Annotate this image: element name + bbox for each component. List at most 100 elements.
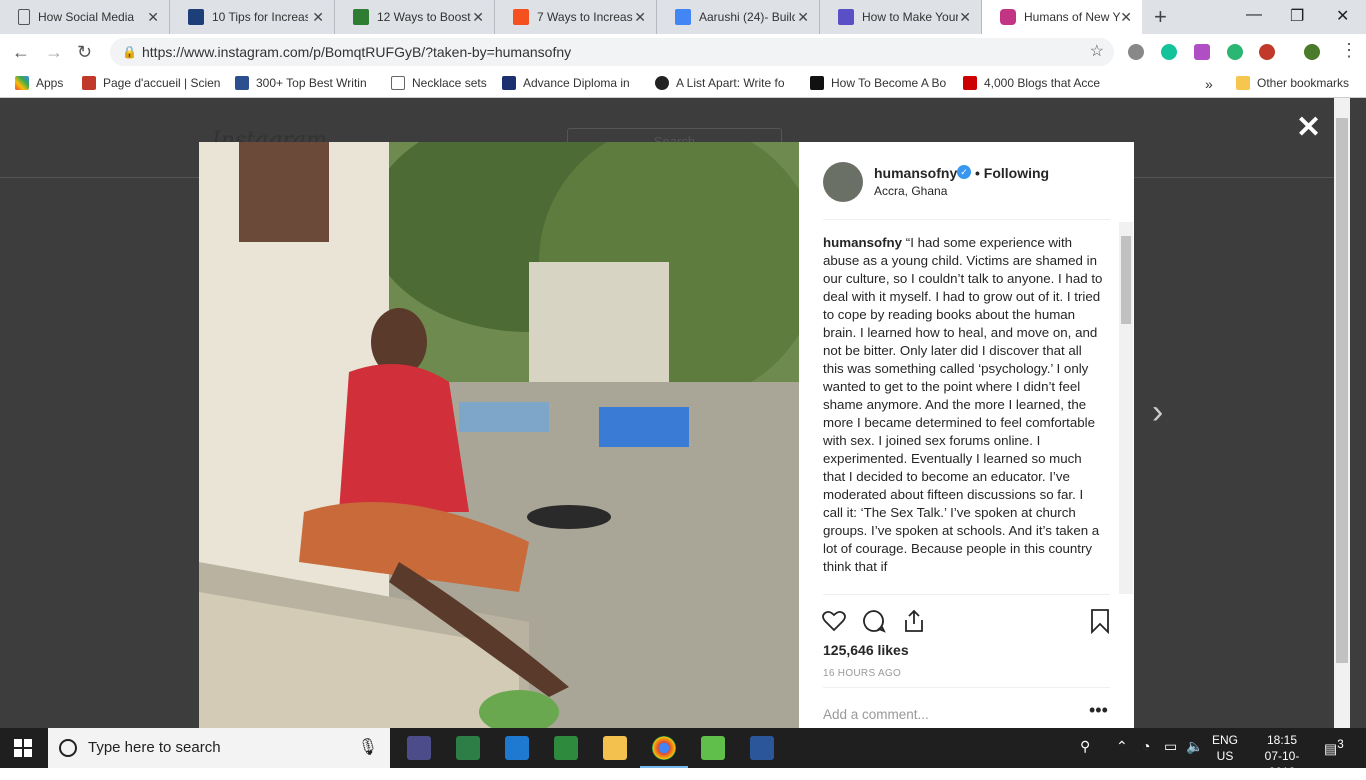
close-modal-button[interactable]: ✕ [1296,110,1321,145]
new-tab-button[interactable]: + [1154,4,1167,30]
people-icon[interactable]: ⚲ [1080,738,1090,755]
battery-icon[interactable]: ▭ [1164,738,1177,755]
volume-icon[interactable]: 🔈 [1186,738,1203,755]
page-content: Instagram Search ✕ › hum [0,98,1366,728]
bookmarks-bar: Apps Page d'accueil | Scien 300+ Top Bes… [0,70,1366,98]
windows-taskbar: Type here to search 🎙 ⚲ ⌃ ◔ ▭ 🔈 ENG US 1… [0,728,1366,779]
address-bar[interactable]: 🔒 https://www.instagram.com/p/BomqtRUFGy… [110,38,1114,66]
bookmark-item[interactable]: How To Become A Bo [810,76,946,90]
minimize-button[interactable]: — [1246,6,1262,24]
post-username[interactable]: humansofny [874,165,957,181]
divider [823,594,1110,595]
grammarly-icon[interactable] [1161,44,1177,60]
search-placeholder: Type here to search [88,739,221,756]
comment-input[interactable]: Add a comment... [823,707,929,722]
bookmark-label: 4,000 Blogs that Acce [984,76,1101,90]
show-hidden-icons-icon[interactable]: ⌃ [1116,738,1128,755]
document-icon [391,76,405,90]
browser-tab-active[interactable]: Humans of New Yo ✕ [982,0,1142,34]
bookmarks-overflow-icon[interactable]: » [1205,76,1213,92]
extension-icon[interactable] [1194,44,1210,60]
bookmark-label: Page d'accueil | Scien [103,76,221,90]
notification-center-icon[interactable]: ▤3 [1324,738,1344,758]
chrome-icon[interactable] [652,736,676,760]
extension-icon[interactable] [1259,44,1275,60]
bookmark-item[interactable]: Necklace sets [391,76,487,90]
extension-icon[interactable] [1128,44,1144,60]
heart-icon[interactable] [821,608,847,634]
close-window-button[interactable]: ✕ [1336,6,1349,26]
post-sidebar: humansofny ✓ • Following Accra, Ghana hu… [799,142,1134,728]
site-favicon-icon [353,9,369,25]
url-text: https://www.instagram.com/p/BomqtRUFGyB/… [142,44,572,60]
share-icon[interactable] [901,608,927,634]
edge-icon[interactable] [505,736,529,760]
windows-start-icon[interactable] [14,739,32,757]
tab-strip: How Social Media ✕ 10 Tips for Increas ✕… [0,0,1366,34]
post-location[interactable]: Accra, Ghana [874,184,947,198]
cortana-icon [59,739,77,757]
browser-tab[interactable]: How to Make Your ✕ [820,0,982,34]
cloud-app-icon[interactable] [701,736,725,760]
close-tab-icon[interactable]: ✕ [147,9,159,26]
scrollbar-thumb[interactable] [1121,236,1131,324]
caption-text: “I had some experience with abuse as a y… [823,235,1103,574]
avatar[interactable] [823,162,863,202]
microphone-icon[interactable]: 🎙 [358,728,378,768]
wifi-icon[interactable]: ◔ [1142,738,1150,754]
other-bookmarks[interactable]: Other bookmarks [1236,76,1349,90]
instagram-icon [1000,9,1016,25]
bookmark-icon[interactable] [1087,608,1113,634]
close-tab-icon[interactable]: ✕ [1120,9,1132,26]
language-indicator[interactable]: ENG US [1208,732,1242,764]
taskbar-search-input[interactable]: Type here to search 🎙 [48,728,390,768]
page-scrollbar[interactable] [1334,98,1350,728]
close-tab-icon[interactable]: ✕ [634,9,646,26]
scrollbar-thumb[interactable] [1336,118,1348,663]
close-tab-icon[interactable]: ✕ [959,9,971,26]
bookmark-star-icon[interactable]: ☆ [1090,38,1104,66]
post-timestamp[interactable]: 16 HOURS AGO [823,668,901,679]
bookmark-item[interactable]: Page d'accueil | Scien [82,76,220,90]
divider [823,687,1110,688]
tab-title: How to Make Your [862,10,958,24]
apps-grid-icon [15,76,29,90]
word-icon[interactable] [750,736,774,760]
extension-icon[interactable] [1227,44,1243,60]
divider [823,219,1110,220]
bookmark-label: A List Apart: Write fo [676,76,785,90]
notes-app-icon[interactable] [554,736,578,760]
more-options-button[interactable]: ••• [1089,700,1108,721]
browser-tab[interactable]: How Social Media ✕ [0,0,170,34]
close-tab-icon[interactable]: ✕ [472,9,484,26]
like-count[interactable]: 125,646 likes [823,642,909,658]
forward-icon[interactable]: → [45,42,63,63]
bookmark-item[interactable]: A List Apart: Write fo [655,76,785,90]
file-explorer-icon[interactable] [603,736,627,760]
menu-icon[interactable]: ⋮ [1340,40,1358,61]
comment-icon[interactable] [861,608,887,634]
back-icon[interactable]: ← [12,42,30,63]
task-view-icon[interactable] [407,736,431,760]
bookmark-label: Advance Diploma in [523,76,630,90]
system-clock[interactable]: 18:15 07-10-2018 [1254,732,1310,780]
caption-scrollbar[interactable] [1119,222,1133,594]
bookmark-apps[interactable]: Apps [15,76,63,90]
close-tab-icon[interactable]: ✕ [797,9,809,26]
bookmark-item[interactable]: 4,000 Blogs that Acce [963,76,1100,90]
browser-tab[interactable]: Aarushi (24)- Build ✕ [657,0,820,34]
next-post-chevron-icon[interactable]: › [1152,393,1163,432]
store-icon[interactable] [456,736,480,760]
close-tab-icon[interactable]: ✕ [312,9,324,26]
bookmark-item[interactable]: 300+ Top Best Writin [235,76,367,90]
following-button[interactable]: • Following [975,165,1049,181]
browser-tab[interactable]: 10 Tips for Increas ✕ [170,0,335,34]
caption-username[interactable]: humansofny [823,235,902,250]
browser-tab[interactable]: 7 Ways to Increase ✕ [495,0,657,34]
profile-avatar[interactable] [1304,44,1320,60]
browser-tab[interactable]: 12 Ways to Boost I ✕ [335,0,495,34]
reload-icon[interactable]: ↻ [77,42,92,63]
post-photo[interactable] [199,142,799,728]
maximize-button[interactable]: ❐ [1290,6,1304,26]
bookmark-item[interactable]: Advance Diploma in [502,76,630,90]
